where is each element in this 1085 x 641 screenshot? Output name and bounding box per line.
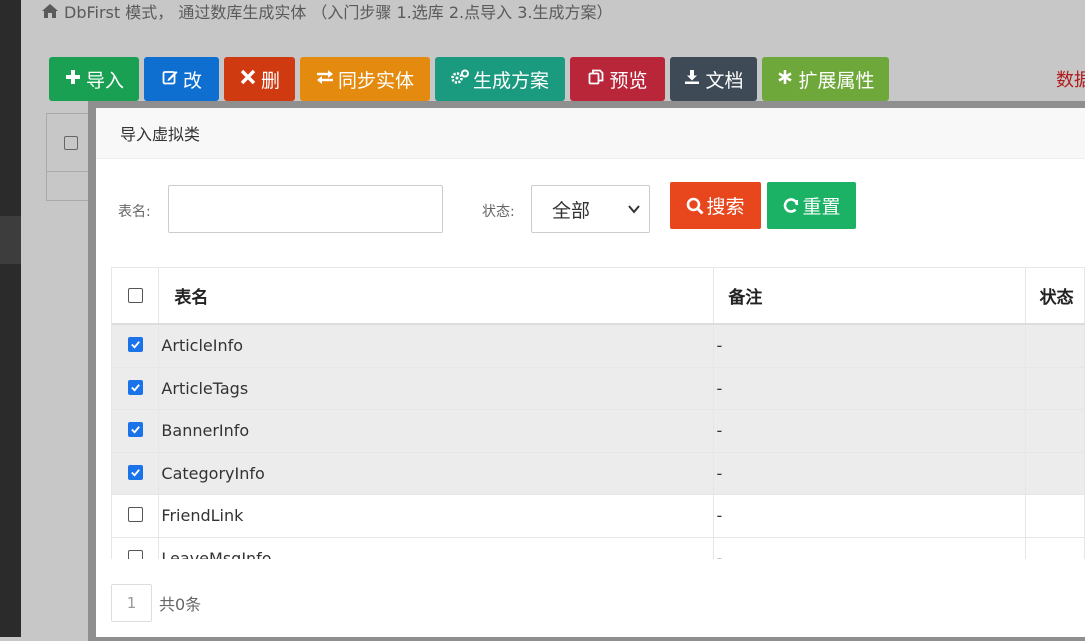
- toolbar-button-4[interactable]: 生成方案: [435, 57, 565, 101]
- left-nav-strip: [0, 0, 21, 637]
- toolbar-button-0[interactable]: 导入: [49, 57, 139, 101]
- total-count: 共0条: [159, 595, 202, 614]
- toolbar-button-label: 扩展属性: [798, 69, 875, 92]
- search-icon: [687, 197, 705, 215]
- row-table-name: ArticleTags: [159, 367, 715, 409]
- table-row[interactable]: BannerInfo -: [112, 410, 1085, 453]
- import-modal: 导入虚拟类 表名: 状态: 全部 搜索 重置 表名 备注 状态 ArticleI…: [96, 108, 1085, 637]
- toolbar-button-label: 同步实体: [337, 69, 414, 92]
- status-select-value: 全部: [552, 199, 591, 222]
- row-table-name: BannerInfo: [159, 410, 715, 452]
- page-title-text: DbFirst 模式， 通过数库生成实体 （入门步骤 1.选库 2.点导入 3.…: [64, 3, 613, 22]
- table-name-input[interactable]: [168, 185, 443, 233]
- toolbar-button-label: 文档: [705, 69, 744, 92]
- toolbar-button-7[interactable]: 扩展属性: [762, 57, 889, 101]
- row-table-name: ArticleInfo: [159, 325, 715, 367]
- row-note: -: [714, 410, 1026, 452]
- row-table-name: CategoryInfo: [159, 452, 715, 494]
- toolbar-button-2[interactable]: 删: [224, 57, 295, 101]
- check-icon: [130, 426, 140, 434]
- toolbar-button-3[interactable]: 同步实体: [300, 57, 430, 101]
- row-table-name: LeaveMsgInfo: [159, 537, 715, 559]
- left-nav-highlight[interactable]: [0, 216, 21, 264]
- table-row[interactable]: CategoryInfo -: [112, 452, 1085, 495]
- page-title: DbFirst 模式， 通过数库生成实体 （入门步骤 1.选库 2.点导入 3.…: [42, 0, 612, 22]
- row-status: [1026, 367, 1085, 409]
- table-name-label: 表名:: [118, 204, 151, 220]
- row-checkbox-checked[interactable]: [127, 422, 143, 437]
- modal-title: 导入虚拟类: [96, 108, 1085, 159]
- gears-icon: [451, 69, 469, 90]
- table-row[interactable]: ArticleInfo -: [112, 325, 1085, 368]
- asterisk-icon: [776, 69, 794, 90]
- row-status: [1026, 325, 1085, 367]
- table-row[interactable]: ArticleTags -: [112, 367, 1085, 410]
- toolbar-button-label: 导入: [85, 69, 124, 92]
- row-status: [1026, 537, 1085, 559]
- check-icon: [130, 383, 140, 392]
- search-form: 表名: 状态: 全部 搜索 重置: [96, 182, 1085, 233]
- row-status: [1026, 410, 1085, 452]
- column-header-status[interactable]: 状态: [1026, 268, 1085, 323]
- row-status: [1026, 495, 1085, 537]
- row-checkbox[interactable]: [127, 549, 143, 559]
- row-note: -: [714, 367, 1026, 409]
- row-note: -: [714, 325, 1026, 367]
- status-label: 状态:: [482, 204, 515, 220]
- toolbar-button-label: 预览: [609, 69, 648, 92]
- column-header-note[interactable]: 备注: [714, 268, 1026, 323]
- row-note: -: [714, 537, 1026, 559]
- row-checkbox[interactable]: [127, 507, 143, 522]
- toolbar-button-label: 改: [182, 69, 202, 92]
- background-right-text: 数据: [1056, 70, 1085, 91]
- table-row[interactable]: FriendLink -: [112, 495, 1085, 538]
- toolbar: 导入 改 删 同步实体 生成方案 预览 文档 扩展属性: [49, 57, 889, 101]
- row-note: -: [714, 452, 1026, 494]
- row-table-name: FriendLink: [159, 495, 715, 537]
- search-button-label: 搜索: [706, 196, 745, 218]
- toolbar-button-1[interactable]: 改: [144, 57, 219, 101]
- search-button[interactable]: 搜索: [670, 182, 761, 229]
- toolbar-button-label: 删: [260, 69, 280, 92]
- grid-header: 表名 备注 状态: [112, 268, 1085, 325]
- row-checkbox-checked[interactable]: [127, 464, 143, 480]
- edit-icon: [161, 69, 179, 90]
- table-row[interactable]: LeaveMsgInfo -: [112, 537, 1085, 559]
- row-checkbox-checked[interactable]: [127, 379, 143, 395]
- check-icon: [130, 341, 140, 349]
- select-all-checkbox[interactable]: [127, 288, 143, 303]
- check-icon: [130, 468, 140, 477]
- copy-icon: [587, 69, 605, 90]
- plus-icon: [64, 69, 82, 90]
- toolbar-button-5[interactable]: 预览: [570, 57, 665, 101]
- close-icon: [239, 69, 257, 90]
- toolbar-button-6[interactable]: 文档: [670, 57, 757, 101]
- pagination: 1 共0条: [111, 584, 201, 622]
- download-icon: [683, 69, 701, 90]
- column-header-name[interactable]: 表名: [159, 268, 715, 323]
- row-checkbox-checked[interactable]: [127, 337, 143, 352]
- background-select-all-checkbox[interactable]: [64, 135, 78, 150]
- page-number-button[interactable]: 1: [111, 584, 152, 622]
- reset-button[interactable]: 重置: [767, 182, 856, 229]
- exchange-icon: [316, 69, 334, 90]
- chevron-down-icon: [628, 205, 640, 214]
- status-select[interactable]: 全部: [531, 185, 650, 233]
- home-icon: [42, 4, 58, 18]
- toolbar-button-label: 生成方案: [472, 69, 549, 92]
- reset-button-label: 重置: [802, 196, 841, 218]
- refresh-icon: [784, 197, 799, 213]
- row-status: [1026, 452, 1085, 494]
- row-note: -: [714, 495, 1026, 537]
- tables-grid: 表名 备注 状态 ArticleInfo - ArticleTags - BannerI…: [111, 267, 1085, 559]
